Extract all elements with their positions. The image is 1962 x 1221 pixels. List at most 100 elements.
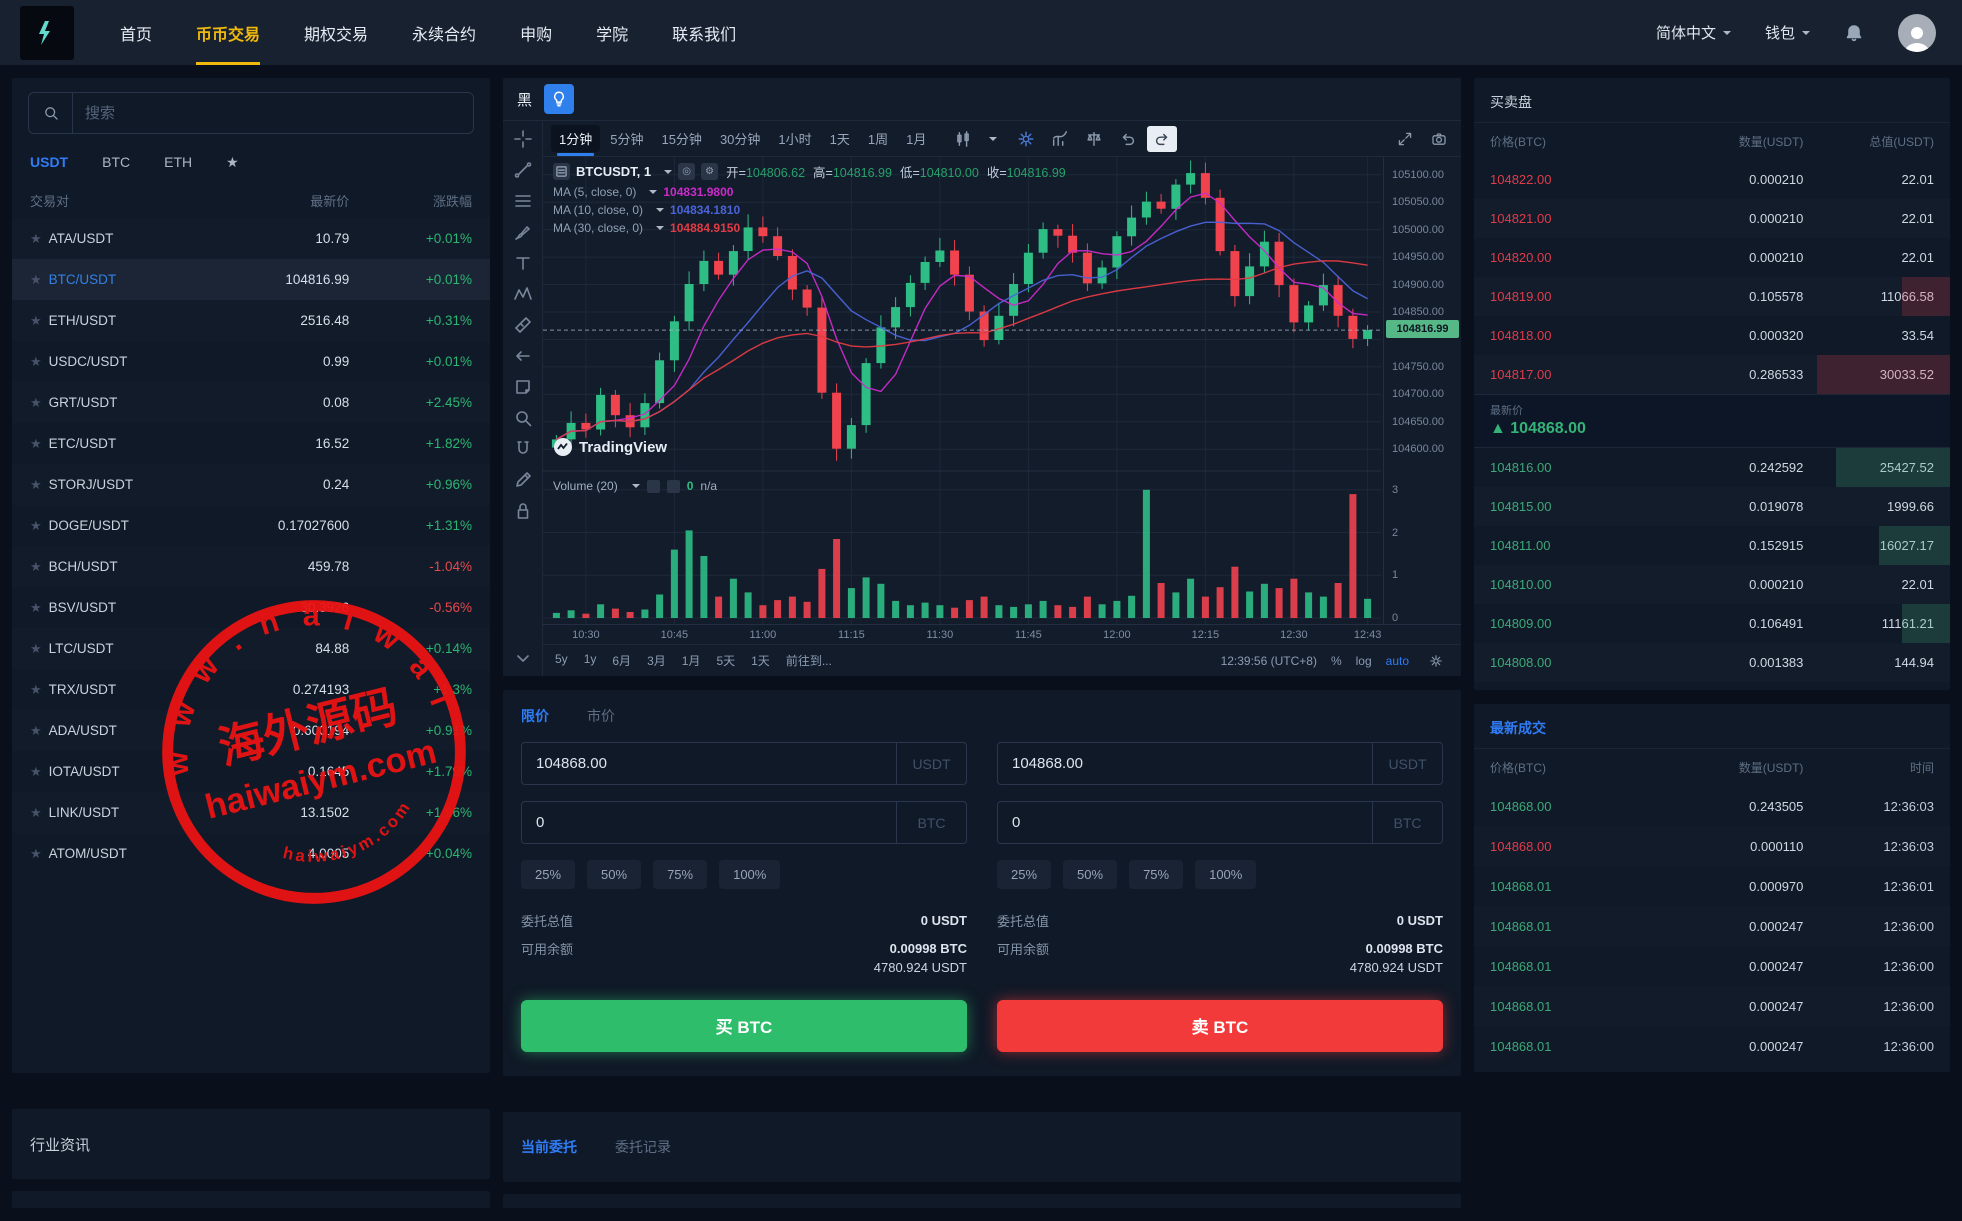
range-1y[interactable]: 1y (584, 652, 597, 669)
price-axis[interactable]: 105100.00105050.00105000.00104950.001049… (1383, 157, 1461, 624)
chevron-down-icon[interactable] (656, 208, 664, 216)
favorite-star-icon[interactable]: ★ (30, 641, 42, 657)
percent-button-50%[interactable]: 50% (587, 860, 641, 889)
theme-dark-button[interactable]: 黑 (517, 89, 532, 110)
interval-5分钟[interactable]: 5分钟 (602, 125, 651, 152)
stickers-icon[interactable] (513, 377, 533, 397)
camera-snapshot-icon[interactable] (1425, 127, 1453, 151)
buy-button[interactable]: 买 BTC (521, 1000, 967, 1052)
bid-row[interactable]: 104809.000.10649111161.21 (1474, 604, 1950, 643)
orders-tab-委托记录[interactable]: 委托记录 (615, 1137, 671, 1157)
favorite-star-icon[interactable]: ★ (30, 436, 42, 452)
redo-icon[interactable] (1147, 126, 1177, 152)
market-row[interactable]: ★ATA/USDT10.79+0.01% (12, 218, 490, 259)
chart-canvas[interactable]: BTCUSDT, 1 ◎ ⚙ 开=104806.62高=104816.99低=1… (543, 157, 1461, 624)
ask-row[interactable]: 104822.000.00021022.01 (1474, 160, 1950, 199)
nav-item-首页[interactable]: 首页 (120, 0, 152, 65)
percent-button-25%[interactable]: 25% (521, 860, 575, 889)
buy-amount-input[interactable] (522, 802, 896, 843)
compare-scales-icon[interactable] (1079, 126, 1109, 152)
percent-button-100%[interactable]: 100% (719, 860, 780, 889)
magnet-icon[interactable] (513, 439, 533, 459)
tab-favorites[interactable]: ★ (226, 154, 239, 171)
clock-label[interactable]: 12:39:56 (UTC+8) (1221, 654, 1317, 668)
percent-button-75%[interactable]: 75% (653, 860, 707, 889)
trend-line-icon[interactable] (513, 160, 533, 180)
legend-eye-icon[interactable]: ◎ (678, 163, 695, 180)
market-row[interactable]: ★IOTA/USDT0.1645+1.79% (12, 751, 490, 792)
user-avatar[interactable] (1898, 14, 1936, 52)
tab-USDT[interactable]: USDT (30, 154, 68, 171)
language-menu[interactable]: 简体中文 (1656, 22, 1731, 43)
arrow-tool-icon[interactable] (513, 346, 533, 366)
volume-settings-icon[interactable] (667, 480, 680, 493)
range-3月[interactable]: 3月 (647, 652, 666, 669)
brush-icon[interactable] (513, 222, 533, 242)
percent-button-100%[interactable]: 100% (1195, 860, 1256, 889)
undo-icon[interactable] (1113, 126, 1143, 152)
bid-row[interactable]: 104811.000.15291516027.17 (1474, 526, 1950, 565)
forecast-icon[interactable] (513, 315, 533, 335)
chevron-down-icon[interactable] (649, 190, 657, 198)
text-tool-icon[interactable] (513, 253, 533, 273)
range-5天[interactable]: 5天 (716, 652, 735, 669)
range-1月[interactable]: 1月 (682, 652, 701, 669)
tab-ETH[interactable]: ETH (164, 154, 192, 171)
market-row[interactable]: ★LINK/USDT13.1502+1.96% (12, 792, 490, 833)
market-row[interactable]: ★BCH/USDT459.78-1.04% (12, 546, 490, 587)
measure-icon[interactable] (513, 470, 533, 490)
symbol-label[interactable]: BTCUSDT, 1 (576, 164, 651, 179)
market-row[interactable]: ★USDC/USDT0.99+0.01% (12, 341, 490, 382)
bid-row[interactable]: 104808.000.001383144.94 (1474, 643, 1950, 682)
chevron-down-icon[interactable] (656, 226, 664, 234)
order-type-tab-限价[interactable]: 限价 (521, 706, 549, 726)
favorite-star-icon[interactable]: ★ (30, 764, 42, 780)
log-scale-button[interactable]: log (1356, 654, 1372, 668)
market-row[interactable]: ★BSV/USDT30.3926-0.56% (12, 587, 490, 628)
chevron-down-icon[interactable] (664, 170, 672, 178)
ask-row[interactable]: 104820.000.00021022.01 (1474, 238, 1950, 277)
percent-button-25%[interactable]: 25% (997, 860, 1051, 889)
ask-row[interactable]: 104821.000.00021022.01 (1474, 199, 1950, 238)
nav-item-学院[interactable]: 学院 (596, 0, 628, 65)
chart-settings-gear-icon[interactable] (1011, 126, 1041, 152)
favorite-star-icon[interactable]: ★ (30, 682, 42, 698)
buy-price-input[interactable] (522, 743, 896, 784)
range-5y[interactable]: 5y (555, 652, 568, 669)
interval-30分钟[interactable]: 30分钟 (712, 125, 768, 152)
fullscreen-icon[interactable] (1391, 127, 1419, 151)
percent-scale-button[interactable]: % (1331, 654, 1342, 668)
favorite-star-icon[interactable]: ★ (30, 559, 42, 575)
tab-BTC[interactable]: BTC (102, 154, 130, 171)
bid-row[interactable]: 104816.000.24259225427.52 (1474, 448, 1950, 487)
sell-button[interactable]: 卖 BTC (997, 1000, 1443, 1052)
market-row[interactable]: ★GRT/USDT0.08+2.45% (12, 382, 490, 423)
ask-row[interactable]: 104817.000.28653330033.52 (1474, 355, 1950, 394)
sell-amount-input[interactable] (998, 802, 1372, 843)
interval-1周[interactable]: 1周 (860, 125, 896, 152)
percent-button-50%[interactable]: 50% (1063, 860, 1117, 889)
interval-1月[interactable]: 1月 (898, 125, 934, 152)
theme-light-button[interactable] (544, 84, 574, 114)
favorite-star-icon[interactable]: ★ (30, 600, 42, 616)
order-type-tab-市价[interactable]: 市价 (587, 706, 615, 726)
range-6月[interactable]: 6月 (612, 652, 631, 669)
interval-1小时[interactable]: 1小时 (770, 125, 819, 152)
favorite-star-icon[interactable]: ★ (30, 272, 42, 288)
market-row[interactable]: ★BTC/USDT104816.99+0.01% (12, 259, 490, 300)
orders-tab-当前委托[interactable]: 当前委托 (521, 1137, 577, 1157)
ask-row[interactable]: 104818.000.00032033.54 (1474, 316, 1950, 355)
auto-scale-button[interactable]: auto (1386, 654, 1409, 668)
time-axis[interactable]: 10:3010:4511:0011:1511:3011:4512:0012:15… (543, 624, 1461, 644)
crosshair-icon[interactable] (513, 129, 533, 149)
candle-style-icon[interactable] (948, 126, 978, 152)
notifications-bell-icon[interactable] (1844, 23, 1864, 43)
nav-item-联系我们[interactable]: 联系我们 (672, 0, 736, 65)
market-row[interactable]: ★ADA/USDT0.600194+0.91% (12, 710, 490, 751)
interval-1分钟[interactable]: 1分钟 (551, 125, 600, 152)
interval-15分钟[interactable]: 15分钟 (653, 125, 709, 152)
ask-row[interactable]: 104819.000.10557811066.58 (1474, 277, 1950, 316)
market-row[interactable]: ★DOGE/USDT0.17027600+1.31% (12, 505, 490, 546)
axis-settings-gear-icon[interactable] (1423, 650, 1449, 672)
fib-retracement-icon[interactable] (513, 191, 533, 211)
